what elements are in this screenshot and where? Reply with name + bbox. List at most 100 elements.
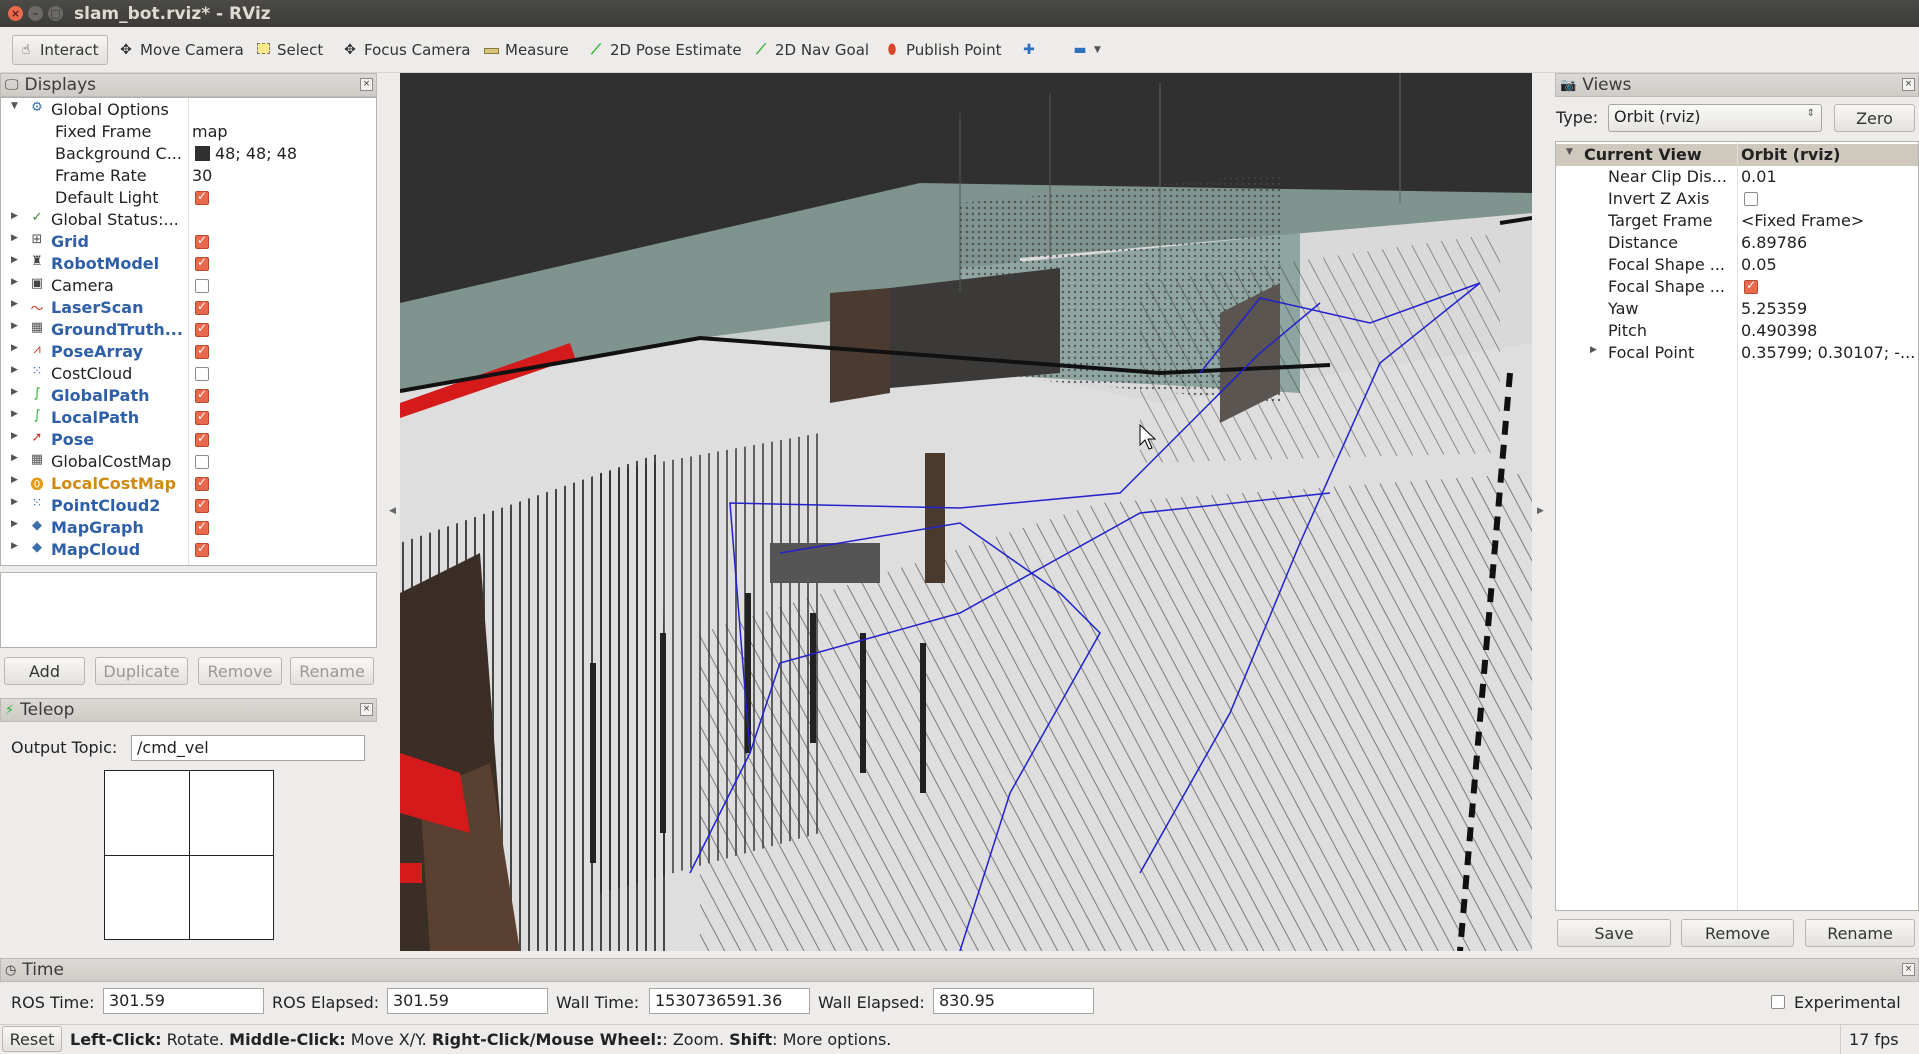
expand-arrow-icon[interactable]: ▶ <box>11 431 18 441</box>
invert-z-checkbox[interactable] <box>1744 192 1758 206</box>
tree-row-localcostmap[interactable]: ▶ ⓿ LocalCostMap <box>1 473 376 495</box>
localcostmap-checkbox[interactable] <box>195 475 209 491</box>
localpath-checkbox[interactable] <box>195 409 209 425</box>
expand-arrow-icon[interactable]: ▶ <box>11 211 18 221</box>
expand-arrow-icon[interactable]: ▶ <box>11 255 18 265</box>
grid-checkbox[interactable] <box>195 233 209 249</box>
focus-camera-tool[interactable]: ✥ Focus Camera <box>337 35 475 65</box>
tree-row-posearray[interactable]: ▶ ⩘ PoseArray <box>1 341 376 363</box>
tree-row-default-light[interactable]: Default Light <box>1 187 376 209</box>
tree-row-globalpath[interactable]: ▶ ∫ GlobalPath <box>1 385 376 407</box>
expand-arrow-icon[interactable]: ▶ <box>11 519 18 529</box>
collapse-arrow-icon[interactable]: ▼ <box>11 101 18 111</box>
mapgraph-checkbox[interactable] <box>195 519 209 535</box>
tree-row-globalcostmap[interactable]: ▶ ▦ GlobalCostMap <box>1 451 376 473</box>
3d-render-viewport[interactable] <box>400 73 1532 951</box>
tree-row-costcloud[interactable]: ▶ ⁙ CostCloud <box>1 363 376 385</box>
maximize-window-button[interactable]: □ <box>48 6 63 21</box>
robotmodel-checkbox[interactable] <box>195 255 209 271</box>
2d-pose-estimate-tool[interactable]: ⟋ 2D Pose Estimate <box>583 35 747 65</box>
rename-view-button[interactable]: Rename <box>1805 919 1915 947</box>
add-tool-button[interactable]: ✚ <box>1016 35 1042 65</box>
close-window-button[interactable]: × <box>8 6 23 21</box>
laserscan-checkbox[interactable] <box>195 299 209 315</box>
ros-time-field[interactable]: 301.59 <box>103 988 264 1014</box>
tree-row-frame-rate[interactable]: Frame Rate 30 <box>1 165 376 187</box>
remove-display-button[interactable]: Remove <box>198 657 282 685</box>
groundtruth-checkbox[interactable] <box>195 321 209 337</box>
view-row-focal-shape-fixed[interactable]: Focal Shape ... <box>1556 276 1918 298</box>
expand-arrow-icon[interactable]: ▶ <box>11 453 18 463</box>
experimental-checkbox[interactable] <box>1771 995 1785 1009</box>
teleop-close-button[interactable]: × <box>360 703 373 716</box>
reset-button[interactable]: Reset <box>2 1026 62 1052</box>
tree-row-camera[interactable]: ▶ ▣ Camera <box>1 275 376 297</box>
tree-row-global-options[interactable]: ▼ ⚙ Global Options <box>1 99 376 121</box>
displays-close-button[interactable]: × <box>360 78 373 91</box>
measure-tool[interactable]: Measure <box>478 35 574 65</box>
save-view-button[interactable]: Save <box>1557 919 1671 947</box>
expand-arrow-icon[interactable]: ▶ <box>11 277 18 287</box>
tree-row-mapgraph[interactable]: ▶ ◆ MapGraph <box>1 517 376 539</box>
view-row-distance[interactable]: Distance 6.89786 <box>1556 232 1918 254</box>
tree-row-background-color[interactable]: Background C... 48; 48; 48 <box>1 143 376 165</box>
expand-arrow-icon[interactable]: ▶ <box>11 343 18 353</box>
expand-arrow-icon[interactable]: ▶ <box>11 387 18 397</box>
views-close-button[interactable]: × <box>1902 78 1915 91</box>
view-row-yaw[interactable]: Yaw 5.25359 <box>1556 298 1918 320</box>
2d-nav-goal-tool[interactable]: ⟋ 2D Nav Goal <box>748 35 874 65</box>
expand-arrow-icon[interactable]: ▶ <box>11 497 18 507</box>
color-swatch[interactable] <box>195 146 210 161</box>
tree-row-localpath[interactable]: ▶ ∫ LocalPath <box>1 407 376 429</box>
output-topic-input[interactable]: /cmd_vel <box>131 735 365 761</box>
rename-display-button[interactable]: Rename <box>290 657 374 685</box>
expand-arrow-icon[interactable]: ▶ <box>11 321 18 331</box>
view-row-pitch[interactable]: Pitch 0.490398 <box>1556 320 1918 342</box>
select-tool[interactable]: Select <box>250 35 328 65</box>
minimize-window-button[interactable]: – <box>28 6 43 21</box>
view-row-near-clip[interactable]: Near Clip Dis... 0.01 <box>1556 166 1918 188</box>
posearray-checkbox[interactable] <box>195 343 209 359</box>
wall-time-field[interactable]: 1530736591.36 <box>649 988 810 1014</box>
tree-row-grid[interactable]: ▶ ⊞ Grid <box>1 231 376 253</box>
tree-row-pointcloud2[interactable]: ▶ ⁙ PointCloud2 <box>1 495 376 517</box>
view-row-target-frame[interactable]: Target Frame <Fixed Frame> <box>1556 210 1918 232</box>
tree-row-fixed-frame[interactable]: Fixed Frame map <box>1 121 376 143</box>
view-type-select[interactable]: Orbit (rviz) ⇕ <box>1608 104 1822 132</box>
expand-arrow-icon[interactable]: ▶ <box>11 233 18 243</box>
expand-arrow-icon[interactable]: ▶ <box>11 541 18 551</box>
mapcloud-checkbox[interactable] <box>195 541 209 557</box>
view-row-invert-z[interactable]: Invert Z Axis <box>1556 188 1918 210</box>
ros-elapsed-field[interactable]: 301.59 <box>387 988 548 1014</box>
right-splitter-arrow-icon[interactable]: ▶ <box>1537 506 1544 516</box>
duplicate-display-button[interactable]: Duplicate <box>95 657 188 685</box>
zero-view-button[interactable]: Zero <box>1834 104 1915 132</box>
globalpath-checkbox[interactable] <box>195 387 209 403</box>
view-row-focal-shape-size[interactable]: Focal Shape ... 0.05 <box>1556 254 1918 276</box>
expand-arrow-icon[interactable]: ▶ <box>11 409 18 419</box>
expand-arrow-icon[interactable]: ▶ <box>11 365 18 375</box>
interact-tool[interactable]: ☝ Interact <box>12 35 108 65</box>
pointcloud2-checkbox[interactable] <box>195 497 209 513</box>
view-row-focal-point[interactable]: ▶ Focal Point 0.35799; 0.30107; -... <box>1556 342 1918 364</box>
move-camera-tool[interactable]: ✥ Move Camera <box>113 35 249 65</box>
expand-arrow-icon[interactable]: ▶ <box>1590 345 1597 355</box>
tree-row-robotmodel[interactable]: ▶ ♜ RobotModel <box>1 253 376 275</box>
left-splitter-arrow-icon[interactable]: ◀ <box>389 506 396 516</box>
expand-arrow-icon[interactable]: ▶ <box>11 475 18 485</box>
pose-checkbox[interactable] <box>195 431 209 447</box>
tree-row-mapcloud[interactable]: ▶ ◆ MapCloud <box>1 539 376 561</box>
tree-row-pose[interactable]: ▶ ➚ Pose <box>1 429 376 451</box>
teleop-joystick-pad[interactable] <box>104 770 274 940</box>
globalcostmap-checkbox[interactable] <box>195 455 209 469</box>
expand-arrow-icon[interactable]: ▶ <box>11 299 18 309</box>
publish-point-tool[interactable]: ⬮ Publish Point <box>879 35 1006 65</box>
default-light-checkbox[interactable] <box>195 189 209 205</box>
focal-shape-fixed-checkbox[interactable] <box>1744 278 1758 294</box>
collapse-arrow-icon[interactable]: ▼ <box>1566 147 1573 157</box>
wall-elapsed-field[interactable]: 830.95 <box>933 988 1094 1014</box>
camera-checkbox[interactable] <box>195 279 209 293</box>
tree-row-laserscan[interactable]: ▶ 〜 LaserScan <box>1 297 376 319</box>
time-close-button[interactable]: × <box>1902 963 1915 976</box>
remove-tool-button[interactable]: ▬ ▼ <box>1067 35 1106 65</box>
